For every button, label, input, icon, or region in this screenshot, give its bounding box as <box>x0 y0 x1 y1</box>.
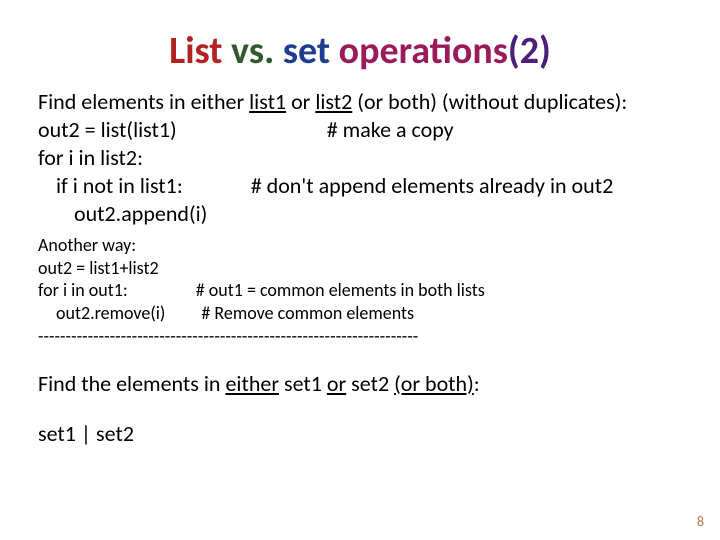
line-set-union: set1 | set2 <box>38 420 682 448</box>
line-if: if i not in list1: # don't append element… <box>38 172 682 200</box>
underline-either: either <box>225 370 279 397</box>
comment-text: # make a copy <box>327 116 454 143</box>
line-for: for i in list2: <box>38 144 682 172</box>
code-text: for i in out1: <box>38 279 128 301</box>
slide: List vs. set operations(2) Find elements… <box>0 0 720 540</box>
comment-text: # out1 = common elements in both lists <box>196 279 485 301</box>
title-word-ops: operations <box>330 28 508 74</box>
text: : <box>474 370 480 397</box>
line-out2-copy: out2 = list(list1) # make a copy <box>38 116 682 144</box>
line-find-sets: Find the elements in either set1 or set2… <box>38 370 682 398</box>
title-word-paren: (2) <box>508 28 551 74</box>
title-word-set: set <box>274 28 330 74</box>
line-append: out2.append(i) <box>38 200 682 228</box>
separator-line: ----------------------------------------… <box>38 326 682 348</box>
line-for-out1: for i in out1: # out1 = common elements i… <box>38 279 682 302</box>
code-text: out2 = list(list1) <box>38 116 177 143</box>
text: or <box>286 88 315 115</box>
underline-list2: list2 <box>315 88 352 115</box>
text: (or both) (without duplicates): <box>352 88 627 115</box>
title-word-list: List <box>169 28 222 74</box>
body-block-2: Another way: out2 = list1+list2 for i in… <box>38 234 682 324</box>
underline-orboth: (or both) <box>394 370 474 397</box>
line-find: Find elements in either list1 or list2 (… <box>38 88 682 116</box>
comment-text: # don't append elements already in out2 <box>251 172 614 199</box>
body-block-3: Find the elements in either set1 or set2… <box>38 370 682 448</box>
line-out2-concat: out2 = list1+list2 <box>38 257 682 280</box>
body-block-1: Find elements in either list1 or list2 (… <box>38 88 682 229</box>
code-text: if i not in list1: <box>56 172 183 199</box>
code-text: out2.remove(i) <box>56 302 165 324</box>
slide-title: List vs. set operations(2) <box>38 30 682 74</box>
line-another: Another way: <box>38 234 682 257</box>
underline-or: or <box>327 370 346 397</box>
text: Find elements in either <box>38 88 249 115</box>
text: Find the elements in <box>38 370 225 397</box>
underline-list1: list1 <box>249 88 286 115</box>
comment-text: # Remove common elements <box>201 302 414 324</box>
page-number: 8 <box>697 513 704 530</box>
text: set1 <box>279 370 327 397</box>
text: set2 <box>346 370 394 397</box>
title-word-vs: vs. <box>222 28 274 74</box>
line-remove: out2.remove(i) # Remove common elements <box>38 302 682 325</box>
